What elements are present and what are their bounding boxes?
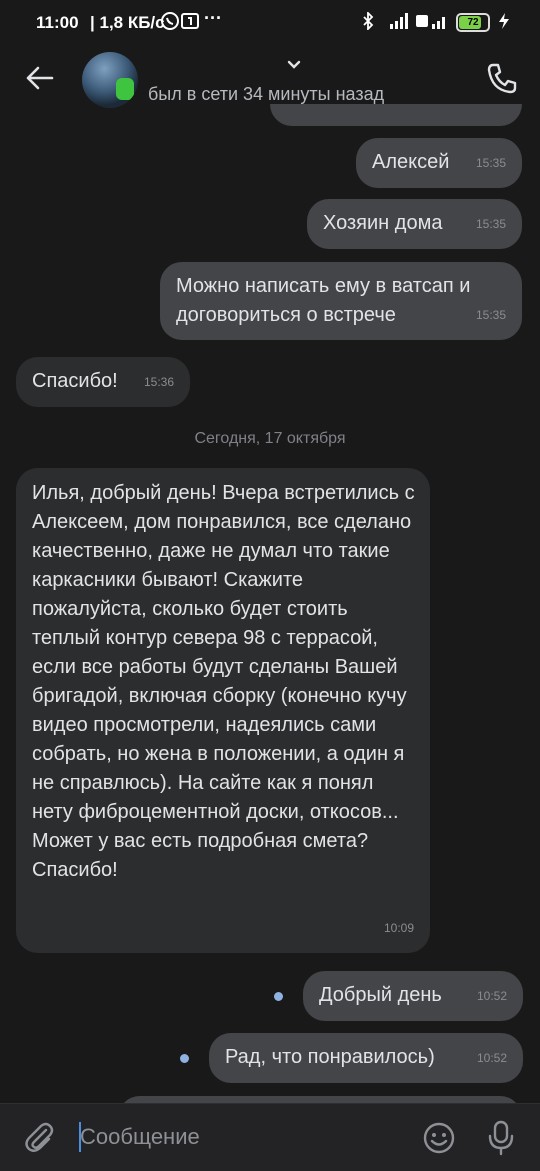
message-text: Можно написать ему в ватсап и договорить…: [176, 275, 471, 326]
battery-level: 72: [467, 17, 479, 28]
message-composer: Сообщение: [0, 1103, 540, 1171]
emoji-button[interactable]: [422, 1121, 456, 1155]
microphone-icon: [488, 1120, 514, 1156]
message-bubble[interactable]: Можно написать ему в ватсап и договорить…: [160, 262, 522, 340]
message-time: 10:52: [476, 989, 507, 1003]
message-text: Илья, добрый день! Вчера встретились с А…: [32, 482, 415, 881]
message-time: 15:35: [475, 217, 506, 231]
message-time: 10:09: [383, 921, 414, 935]
message-bubble[interactable]: Добрый день 10:52: [303, 971, 523, 1021]
signal-1-icon: [382, 13, 408, 32]
message-text: Хозяин дома: [323, 212, 443, 234]
status-time: 11:00: [36, 13, 79, 32]
message-bubble[interactable]: Рад, что понравилось) 10:52: [209, 1033, 523, 1083]
unread-dot-icon: [180, 1054, 189, 1063]
attach-button[interactable]: [22, 1120, 56, 1154]
bluetooth-icon: [362, 10, 374, 33]
status-bar: 11:00 | 1,8 КБ/с ··· 72: [0, 0, 540, 46]
phone-icon: [487, 63, 517, 94]
message-text: Алексей: [372, 151, 450, 173]
message-bubble[interactable]: Алексей 15:35: [356, 138, 522, 188]
more-notifications-icon: ···: [204, 8, 222, 28]
message-input[interactable]: Сообщение: [80, 1124, 200, 1150]
message-bubble-partial: [270, 104, 522, 126]
avatar[interactable]: [82, 52, 138, 108]
signal-2-icon: [416, 13, 448, 32]
call-button[interactable]: [484, 60, 520, 96]
chevron-down-icon[interactable]: [286, 58, 302, 70]
message-text: Рад, что понравилось): [225, 1046, 435, 1068]
message-bubble[interactable]: Хозяин дома 15:35: [307, 199, 522, 249]
battery-icon: 72: [456, 13, 490, 32]
status-right: 72: [362, 10, 510, 33]
back-arrow-icon: [26, 66, 54, 90]
status-speed-value: 1,8 КБ/с: [99, 13, 165, 32]
message-text: Спасибо!: [32, 370, 118, 392]
message-time: 15:35: [475, 308, 506, 322]
notification-icon: [180, 11, 200, 36]
voice-message-button[interactable]: [486, 1119, 516, 1157]
smile-icon: [423, 1122, 455, 1154]
message-time: 10:52: [476, 1051, 507, 1065]
status-speed: | 1,8 КБ/с: [90, 13, 165, 32]
message-bubble[interactable]: Илья, добрый день! Вчера встретились с А…: [16, 468, 430, 953]
message-time: 15:35: [475, 156, 506, 170]
message-time: 15:36: [143, 375, 174, 389]
last-seen-status: был в сети 34 минуты назад: [148, 84, 385, 104]
date-separator: Сегодня, 17 октября: [194, 430, 346, 447]
back-button[interactable]: [22, 60, 58, 96]
charging-icon: [498, 13, 510, 32]
message-text: Добрый день: [319, 984, 442, 1006]
message-bubble[interactable]: Спасибо! 15:36: [16, 357, 190, 407]
unread-dot-icon: [274, 992, 283, 1001]
paperclip-icon: [25, 1122, 54, 1152]
whatsapp-icon: [160, 11, 180, 36]
